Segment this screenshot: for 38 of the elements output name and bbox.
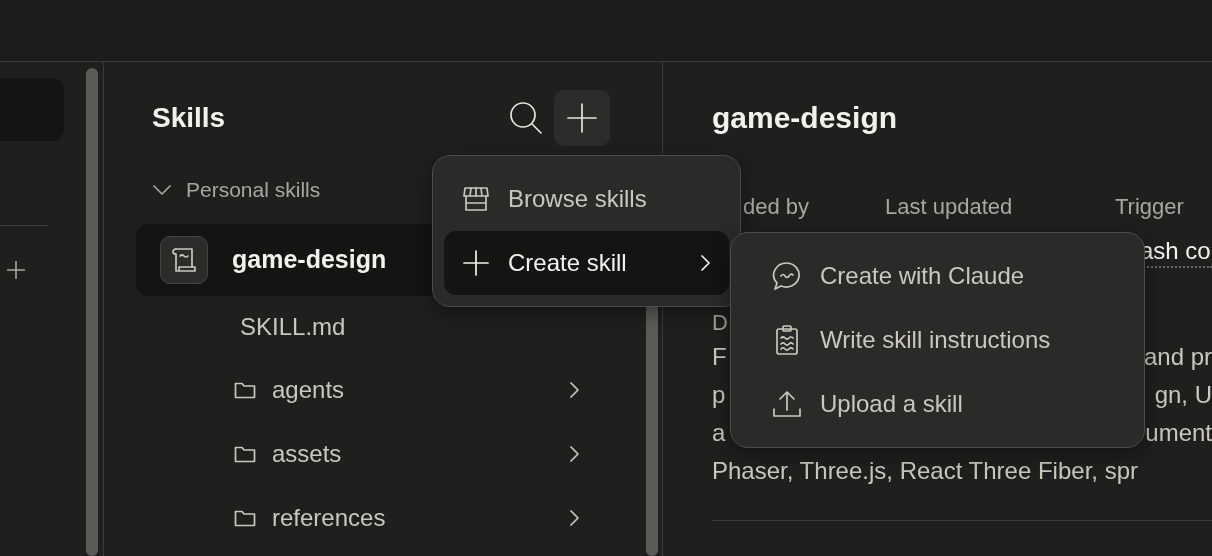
field-label: D (712, 309, 729, 337)
folder-item[interactable]: agents (272, 372, 553, 408)
upload-icon (772, 389, 802, 419)
folder-icon (234, 508, 256, 528)
chevron-right-icon[interactable] (569, 381, 580, 399)
menu-item[interactable]: Write skill instructions (742, 308, 1133, 372)
menu-item[interactable]: Upload a skill (742, 372, 1133, 436)
plus-icon (567, 103, 597, 133)
folder-item[interactable]: assets (272, 436, 553, 472)
chevron-right-icon[interactable] (569, 509, 580, 527)
section-label[interactable]: Personal skills (186, 174, 321, 206)
description-text: and pr (1143, 342, 1212, 372)
menu-item[interactable]: Create with Claude (742, 244, 1133, 308)
description-text: p (712, 380, 726, 410)
detail-title: game-design (712, 100, 899, 136)
field-label: Last updated (885, 194, 1014, 220)
plus-icon[interactable] (6, 260, 26, 280)
description-text: Phaser, Three.js, React Three Fiber, spr (712, 456, 1138, 486)
chat-bubble-icon (772, 261, 802, 291)
field-label: Trigger (1115, 194, 1185, 220)
store-icon (462, 186, 490, 212)
folder-item[interactable]: references (272, 500, 553, 536)
chevron-right-icon[interactable] (569, 445, 580, 463)
add-button[interactable] (554, 90, 610, 146)
plus-icon (462, 249, 490, 277)
field-label: ded by (743, 194, 811, 220)
panel-title: Skills (152, 101, 227, 135)
description-text: gn, U (1154, 380, 1212, 410)
description-text: ument (1145, 418, 1212, 448)
folder-icon (234, 444, 256, 464)
menu-item[interactable]: Create skill (444, 231, 729, 295)
description-text: a (712, 418, 726, 448)
search-icon (509, 101, 543, 135)
description-text: F (712, 342, 727, 372)
file-item[interactable]: SKILL.md (240, 309, 346, 345)
scroll-icon (160, 236, 208, 284)
scrollbar[interactable] (86, 68, 98, 556)
folder-icon (234, 380, 256, 400)
